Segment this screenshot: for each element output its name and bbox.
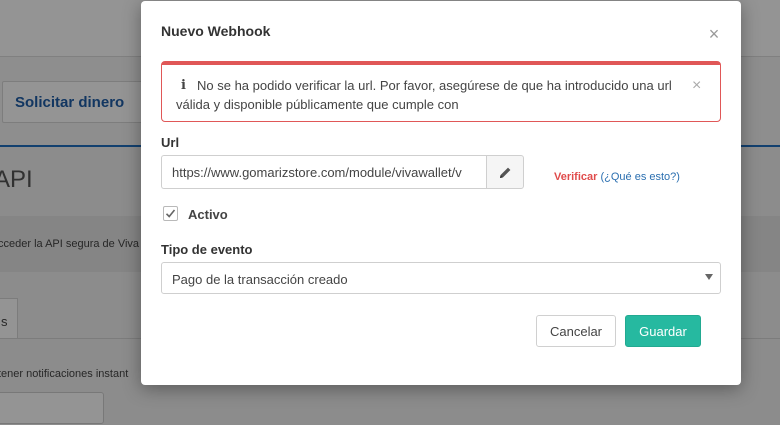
close-icon[interactable]: × [707,25,721,43]
pencil-icon [500,167,511,178]
active-checkbox[interactable] [163,206,178,221]
cancel-button[interactable]: Cancelar [536,315,616,347]
active-label: Activo [188,207,228,222]
url-input[interactable] [161,155,487,189]
modal-title: Nuevo Webhook [161,23,271,39]
url-label: Url [161,135,180,150]
event-type-label: Tipo de evento [161,242,253,257]
checkmark-icon [165,209,176,218]
verify-link[interactable]: Verificar [554,171,597,183]
event-type-value: Pago de la transacción creado [172,272,348,287]
error-alert: i No se ha podido verificar la url. Por … [161,61,721,122]
new-webhook-modal: Nuevo Webhook × i No se ha podido verifi… [141,1,741,385]
save-button[interactable]: Guardar [625,315,701,347]
alert-message: No se ha podido verificar la url. Por fa… [176,78,672,112]
what-is-this-link[interactable]: (¿Qué es esto?) [600,171,679,183]
alert-close-icon[interactable]: × [692,77,701,95]
caret-down-icon [705,274,713,280]
event-type-select[interactable]: Pago de la transacción creado [161,262,721,294]
edit-url-button[interactable] [486,155,524,189]
verify-group: Verificar (¿Qué es esto?) [554,171,680,183]
